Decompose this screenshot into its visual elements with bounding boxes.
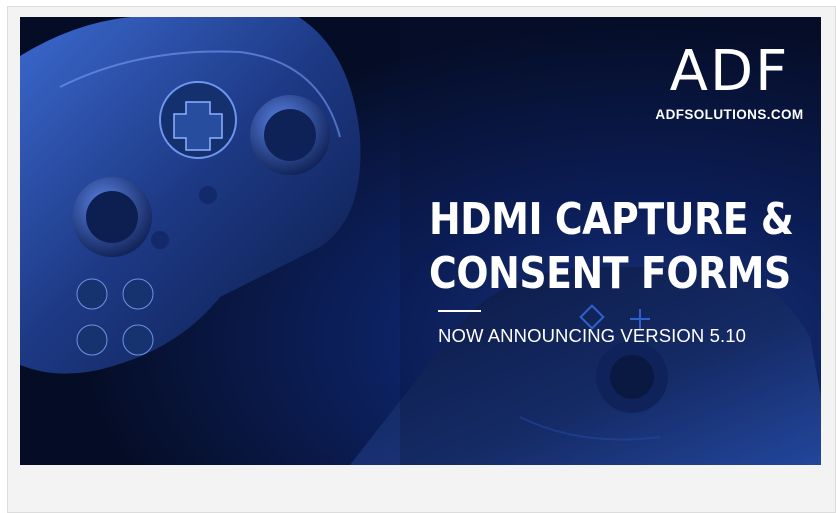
subheadline: NOW ANNOUNCING VERSION 5.10 — [438, 325, 747, 346]
divider — [438, 310, 481, 312]
logo-url: ADFSOLUTIONS.COM — [655, 107, 804, 122]
announcement-banner: ADF ADFSOLUTIONS.COM HDMI CAPTURE & CONS… — [20, 17, 821, 465]
headline-line-1: HDMI CAPTURE & — [429, 194, 794, 245]
adf-logo[interactable]: ADF ADFSOLUTIONS.COM — [642, 39, 817, 123]
headline: HDMI CAPTURE & CONSENT FORMS — [429, 193, 794, 301]
logo-letters: ADF — [669, 39, 790, 104]
headline-line-2: CONSENT FORMS — [429, 248, 791, 299]
